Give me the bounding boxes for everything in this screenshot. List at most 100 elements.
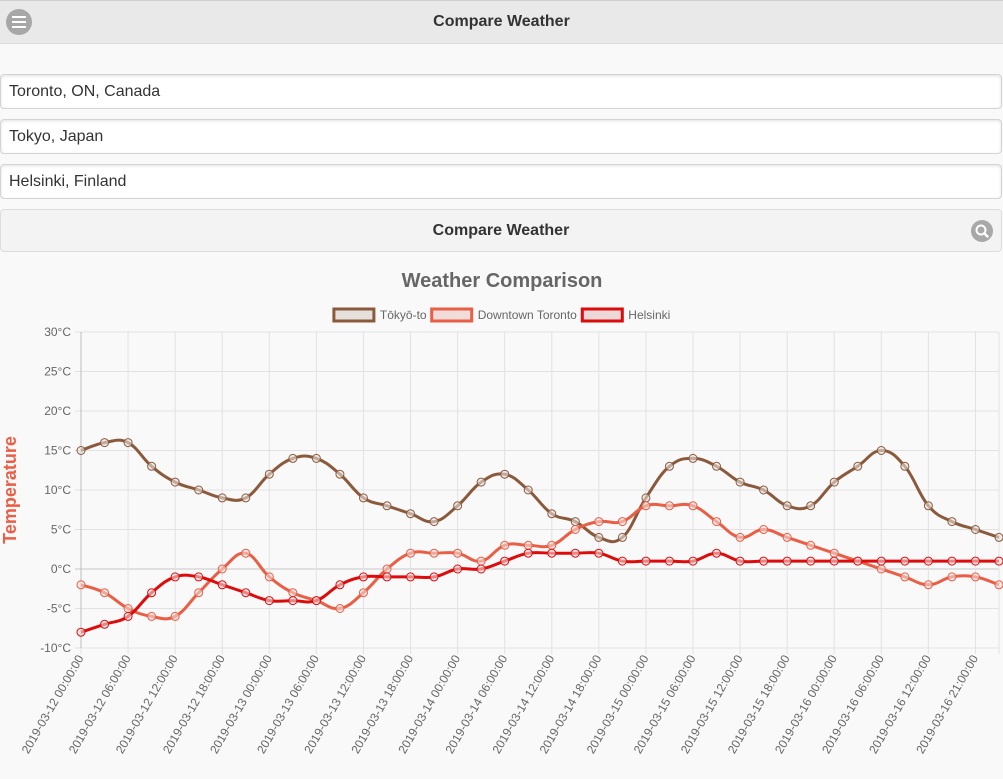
y-tick-label: 5°C xyxy=(51,523,71,537)
legend-swatch xyxy=(580,307,624,323)
data-point xyxy=(570,525,580,534)
legend-swatch xyxy=(332,307,376,323)
data-point xyxy=(876,564,886,574)
data-point xyxy=(170,477,180,487)
data-point xyxy=(664,501,674,511)
data-point xyxy=(76,446,86,455)
data-point xyxy=(712,548,722,558)
y-tick-label: 0°C xyxy=(51,562,71,576)
data-point xyxy=(688,501,698,511)
data-point xyxy=(194,485,204,495)
data-point xyxy=(123,604,133,613)
y-tick-label: 30°C xyxy=(44,325,71,339)
data-point xyxy=(264,469,274,479)
data-point xyxy=(476,564,486,574)
data-point xyxy=(617,556,627,566)
data-point xyxy=(735,477,745,487)
data-point xyxy=(476,477,486,487)
data-point xyxy=(594,532,604,542)
data-point xyxy=(806,501,816,511)
data-point xyxy=(759,556,769,566)
series-line-1 xyxy=(80,438,1000,544)
data-point xyxy=(523,485,533,495)
data-point xyxy=(970,572,980,582)
data-point xyxy=(782,556,792,566)
data-point xyxy=(923,580,933,590)
data-point xyxy=(241,588,251,598)
data-point xyxy=(829,556,839,566)
data-point xyxy=(358,493,368,503)
data-point xyxy=(876,446,886,455)
data-point xyxy=(712,461,722,471)
data-point xyxy=(123,611,133,621)
data-point xyxy=(712,517,722,527)
data-point xyxy=(876,556,886,566)
data-point xyxy=(547,509,557,519)
location-input-2[interactable] xyxy=(0,119,1002,154)
data-point xyxy=(594,548,604,558)
data-point xyxy=(406,548,416,558)
data-point xyxy=(406,572,416,582)
data-point xyxy=(241,493,251,503)
data-point xyxy=(853,556,863,566)
data-point xyxy=(335,469,345,479)
data-point xyxy=(970,525,980,534)
location-input-1[interactable] xyxy=(0,74,1002,109)
data-point xyxy=(429,548,439,558)
data-point xyxy=(994,556,1003,566)
data-point xyxy=(288,453,298,463)
data-point xyxy=(147,611,157,621)
data-point xyxy=(570,517,580,527)
legend-label: Helsinki xyxy=(628,308,670,322)
data-point xyxy=(829,477,839,487)
data-point xyxy=(947,556,957,566)
data-point xyxy=(358,572,368,582)
y-tick-label: 25°C xyxy=(44,365,71,379)
weather-comparison-chart: -10°C-5°C0°C5°C10°C15°C20°C25°C30°C2019-… xyxy=(0,270,1003,756)
data-point xyxy=(429,517,439,527)
legend-label: Downtown Toronto xyxy=(478,308,577,322)
data-point xyxy=(806,556,816,566)
data-point xyxy=(759,525,769,534)
data-point xyxy=(100,619,110,629)
location-input-3[interactable] xyxy=(0,164,1002,199)
data-point xyxy=(923,501,933,511)
data-point xyxy=(900,556,910,566)
data-point xyxy=(594,517,604,527)
data-point xyxy=(947,572,957,582)
data-point xyxy=(382,501,392,511)
data-point xyxy=(829,548,839,558)
data-point xyxy=(641,493,651,503)
app-header: Compare Weather xyxy=(0,0,1003,44)
data-point xyxy=(500,556,510,566)
data-point xyxy=(241,548,251,558)
data-point xyxy=(782,532,792,542)
data-point xyxy=(170,611,180,621)
data-point xyxy=(147,588,157,598)
data-point xyxy=(453,564,463,574)
data-point xyxy=(523,540,533,550)
data-point xyxy=(453,501,463,511)
data-point xyxy=(500,540,510,550)
chart-title: Weather Comparison xyxy=(402,270,603,292)
data-point xyxy=(759,485,769,495)
data-point xyxy=(970,556,980,566)
compare-weather-button[interactable]: Compare Weather xyxy=(0,209,1002,252)
data-point xyxy=(617,517,627,527)
data-point xyxy=(100,588,110,598)
data-point xyxy=(547,540,557,550)
data-point xyxy=(123,438,133,448)
data-point xyxy=(617,532,627,542)
data-point xyxy=(264,596,274,606)
y-tick-label: -10°C xyxy=(40,641,71,655)
data-point xyxy=(664,461,674,471)
data-point xyxy=(288,596,298,606)
data-point xyxy=(994,580,1003,590)
data-point xyxy=(641,556,651,566)
data-point xyxy=(382,564,392,574)
data-point xyxy=(76,627,86,637)
data-point xyxy=(688,453,698,463)
data-point xyxy=(382,572,392,582)
data-point xyxy=(217,493,227,503)
compare-weather-label: Compare Weather xyxy=(432,222,570,239)
